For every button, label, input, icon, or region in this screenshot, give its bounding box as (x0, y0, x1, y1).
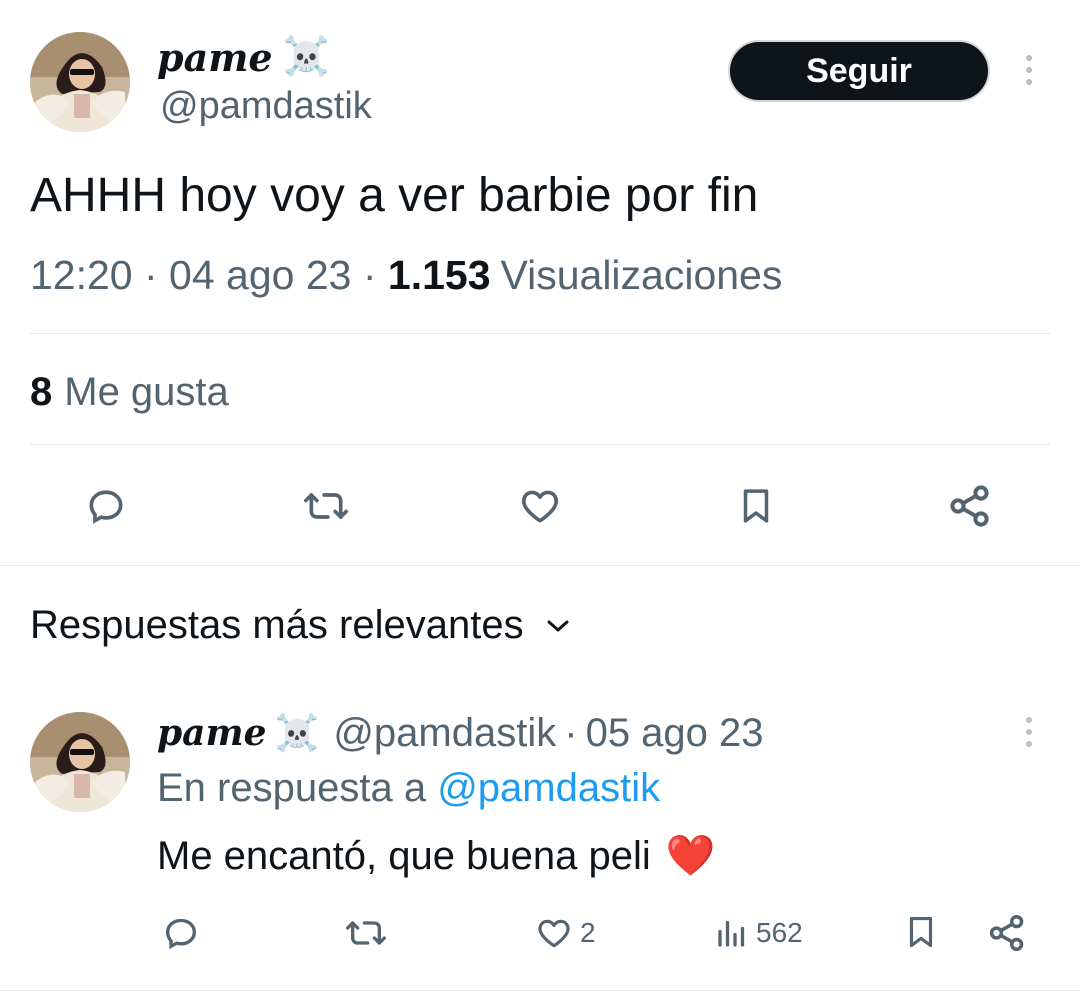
tweet-text: AHHH hoy voy a ver barbie por fin (30, 169, 759, 222)
reply-like-count: 2 (580, 917, 596, 948)
tweet-time[interactable]: 12:20 (30, 252, 133, 298)
retweet-icon[interactable] (298, 480, 354, 532)
likes-label: Me gusta (64, 370, 229, 414)
follow-button[interactable]: Seguir (728, 40, 990, 102)
reply-author-handle[interactable]: @pamdastik (333, 711, 556, 756)
chevron-down-icon (546, 614, 570, 638)
reply-text: Me encantó, que buena peli (157, 834, 651, 878)
in-reply-to: En respuesta a @pamdastik (157, 766, 660, 811)
bookmark-icon[interactable] (730, 480, 782, 532)
divider (30, 444, 1050, 445)
views-bar-chart-icon (714, 915, 750, 951)
like-icon[interactable] (514, 480, 566, 532)
in-reply-to-handle[interactable]: @pamdastik (437, 766, 660, 810)
reply-text-row: Me encantó, que buena peli ❤️ (157, 832, 716, 879)
skull-emoji-icon: ☠️ (274, 712, 320, 753)
reply-views-count: 562 (756, 917, 803, 948)
reply-meta-separator: · (564, 710, 578, 755)
views-label[interactable]: Visualizaciones (501, 252, 783, 298)
likes-count: 8 (30, 370, 53, 414)
meta-separator: · (132, 252, 170, 298)
avatar[interactable] (30, 32, 130, 132)
reply-author-name[interactable]: pame (157, 712, 267, 754)
bottom-divider (0, 990, 1080, 991)
share-icon[interactable] (944, 480, 996, 532)
reply-reply-icon[interactable] (158, 910, 204, 956)
in-reply-to-prefix: En respuesta a (157, 766, 427, 810)
reply-like-button[interactable]: 2 (534, 910, 596, 956)
section-divider (0, 565, 1080, 566)
reply-more-options-icon[interactable] (1012, 712, 1046, 752)
reply-avatar[interactable] (30, 712, 130, 812)
reply-retweet-icon[interactable] (340, 910, 392, 956)
replies-sort-label: Respuestas más relevantes (30, 603, 524, 647)
reply-icon[interactable] (80, 480, 132, 532)
divider (30, 333, 1050, 334)
author-handle[interactable]: @pamdastik (160, 85, 372, 128)
reply-views-button[interactable]: 562 (714, 910, 803, 956)
meta-separator: · (351, 252, 388, 298)
likes-summary[interactable]: 8 Me gusta (30, 370, 229, 415)
reply-date[interactable]: 05 ago 23 (586, 711, 764, 756)
skull-emoji-icon: ☠️ (282, 36, 330, 78)
reply-bookmark-icon[interactable] (900, 908, 942, 956)
tweet-meta: 12:20 · 04 ago 23 · 1.153 Visualizaciones (30, 252, 782, 299)
author-name[interactable]: pame (157, 35, 273, 80)
reply-like-icon (534, 914, 574, 952)
author-name-row: pame ☠️ (157, 32, 330, 82)
replies-sort-dropdown[interactable]: Respuestas más relevantes (30, 603, 570, 648)
heart-emoji-icon: ❤️ (665, 834, 716, 878)
more-options-icon[interactable] (1012, 50, 1046, 90)
views-count[interactable]: 1.153 (388, 252, 491, 298)
reply-header: pame ☠️ @pamdastik · 05 ago 23 (157, 708, 764, 758)
tweet-date[interactable]: 04 ago 23 (169, 252, 351, 298)
reply-share-icon[interactable] (984, 910, 1030, 956)
